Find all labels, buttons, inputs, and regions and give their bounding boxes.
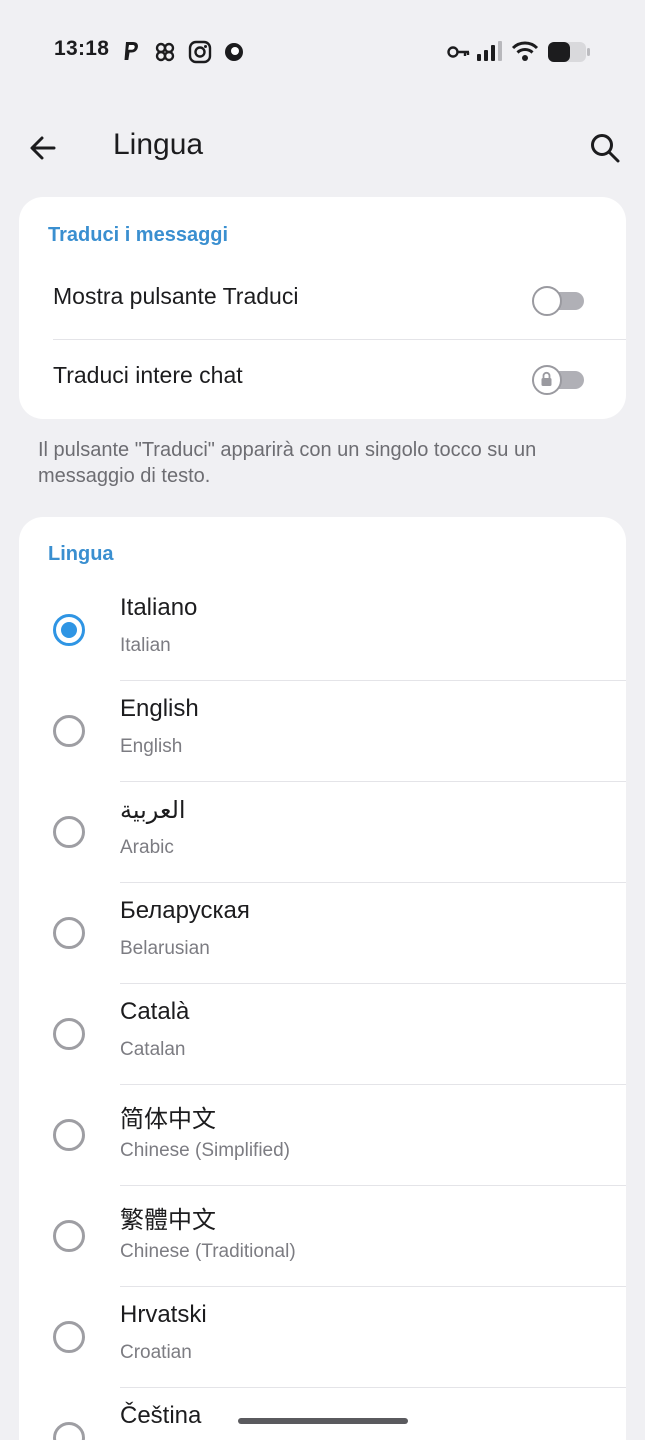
pinwheel-icon <box>155 42 175 62</box>
radio-button[interactable] <box>53 1119 85 1151</box>
status-bar: 13:18 <box>0 0 645 100</box>
show-translate-button-label: Mostra pulsante Traduci <box>53 283 299 309</box>
language-row-croatian[interactable]: Hrvatski Croatian <box>19 1287 626 1388</box>
language-english-name: Belarusian <box>120 938 210 959</box>
toggle-knob <box>532 365 562 395</box>
radio-button[interactable] <box>53 1220 85 1252</box>
language-name: 简体中文 <box>120 1106 216 1133</box>
language-name: Català <box>120 998 190 1025</box>
translate-whole-chats-row[interactable]: Traduci intere chat <box>19 340 626 419</box>
language-name: Hrvatski <box>120 1301 207 1328</box>
radio-button-selected[interactable] <box>53 614 85 646</box>
app-circle-icon <box>225 43 243 61</box>
paypal-icon <box>124 42 138 60</box>
translate-whole-chats-toggle[interactable] <box>532 363 586 395</box>
language-english-name: Arabic <box>120 837 174 858</box>
radio-button[interactable] <box>53 715 85 747</box>
language-row-english[interactable]: English English <box>19 681 626 782</box>
signal-icon <box>477 41 502 61</box>
section-title-translate: Traduci i messaggi <box>48 224 229 246</box>
language-name: 繁體中文 <box>120 1207 216 1234</box>
language-name: Italiano <box>120 594 198 621</box>
language-english-name: Chinese (Traditional) <box>120 1241 296 1262</box>
translate-whole-chats-label: Traduci intere chat <box>53 362 243 388</box>
language-row-italiano[interactable]: Italiano Italian <box>19 580 626 681</box>
language-english-name: English <box>120 736 183 757</box>
language-row-catalan[interactable]: Català Catalan <box>19 984 626 1085</box>
wifi-icon <box>511 41 539 61</box>
language-name: Беларуская <box>120 897 250 924</box>
language-english-name: Croatian <box>120 1342 192 1363</box>
status-time: 13:18 <box>54 37 110 60</box>
show-translate-button-toggle[interactable] <box>532 284 586 316</box>
show-translate-button-row[interactable]: Mostra pulsante Traduci <box>19 261 626 340</box>
language-english-name: Catalan <box>120 1039 186 1060</box>
language-row-chinese-simplified[interactable]: 简体中文 Chinese (Simplified) <box>19 1085 626 1186</box>
translate-settings-card: Traduci i messaggi Mostra pulsante Tradu… <box>19 197 626 419</box>
app-bar: Lingua <box>0 108 645 188</box>
toggle-knob <box>532 286 562 316</box>
section-title-language: Lingua <box>48 543 114 565</box>
translate-note: Il pulsante "Traduci" apparirà con un si… <box>38 439 537 487</box>
battery-icon <box>548 42 590 62</box>
language-english-name: Italian <box>120 635 171 656</box>
back-arrow-icon[interactable] <box>24 128 64 168</box>
radio-button[interactable] <box>53 917 85 949</box>
language-row-arabic[interactable]: العربية Arabic <box>19 782 626 883</box>
page-title: Lingua <box>113 128 204 161</box>
language-list-card: Lingua Italiano Italian English English … <box>19 517 626 1440</box>
language-row-chinese-traditional[interactable]: 繁體中文 Chinese (Traditional) <box>19 1186 626 1287</box>
radio-button[interactable] <box>53 1321 85 1353</box>
radio-button[interactable] <box>53 1018 85 1050</box>
language-name: English <box>120 695 199 722</box>
vpn-key-icon <box>447 46 470 58</box>
search-icon[interactable] <box>585 128 625 168</box>
lock-icon <box>541 371 552 386</box>
home-indicator[interactable] <box>238 1418 408 1424</box>
radio-button[interactable] <box>53 816 85 848</box>
radio-button[interactable] <box>53 1422 85 1440</box>
language-row-belarusian[interactable]: Беларуская Belarusian <box>19 883 626 984</box>
instagram-icon <box>188 40 212 64</box>
language-name: العربية <box>120 797 186 824</box>
language-english-name: Chinese (Simplified) <box>120 1140 291 1161</box>
language-name: Čeština <box>120 1402 202 1429</box>
language-row-czech[interactable]: Čeština <box>19 1388 626 1440</box>
